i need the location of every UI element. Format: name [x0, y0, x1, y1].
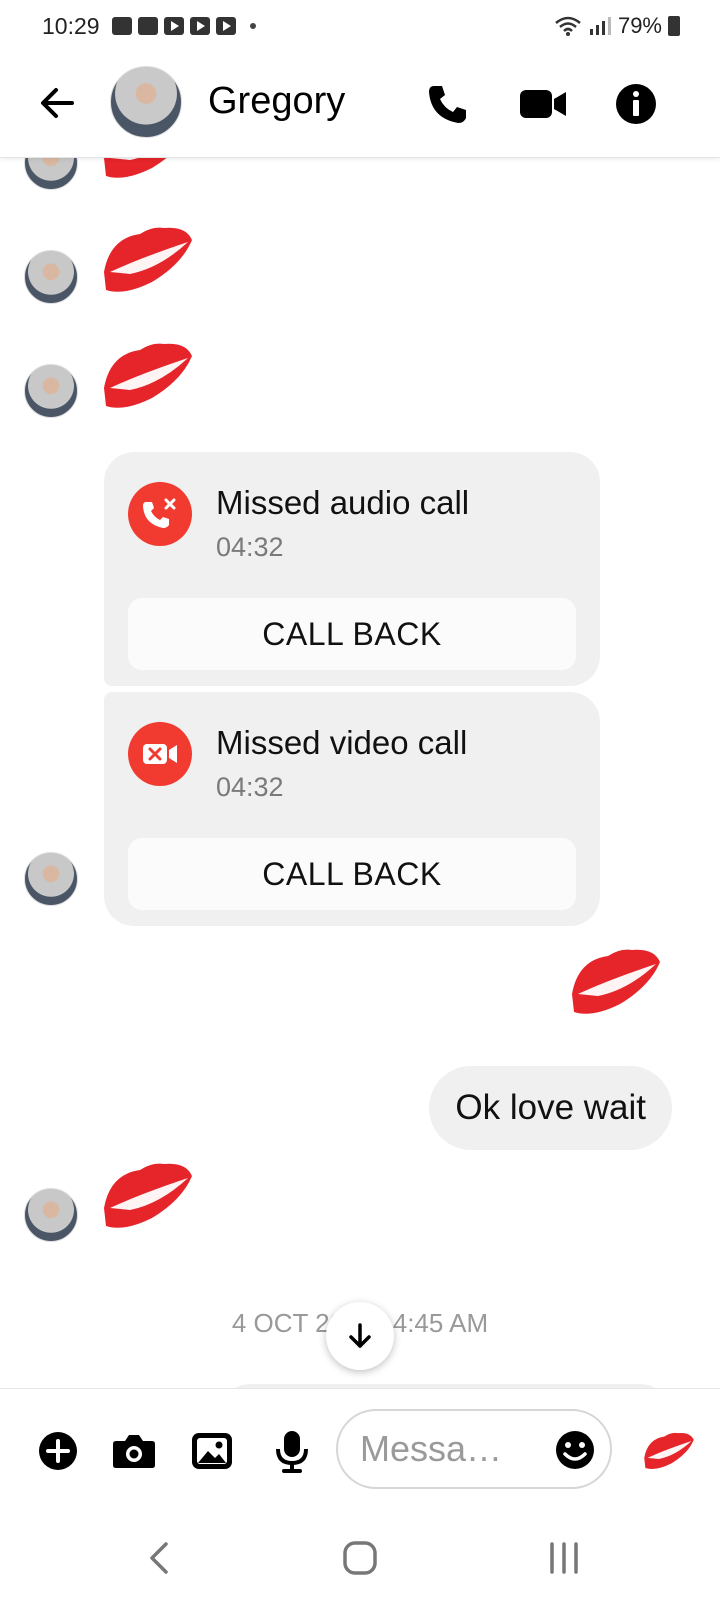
call-title: Missed audio call [216, 484, 470, 521]
missed-audio-call-card[interactable]: Missed audio call 04:32 CALL BACK [104, 452, 600, 686]
signal-icon [589, 17, 611, 35]
arrow-down-icon [349, 1323, 371, 1348]
sender-avatar [24, 852, 78, 906]
video-camera-icon[interactable] [518, 82, 568, 126]
kiss-mark-emoji[interactable] [100, 218, 196, 298]
call-back-button[interactable]: CALL BACK [128, 598, 576, 670]
back-icon[interactable] [36, 82, 78, 124]
call-title: Missed video call [216, 724, 468, 761]
kiss-mark-emoji[interactable] [100, 334, 196, 414]
sender-avatar [24, 250, 78, 304]
battery-percent: 79% [617, 13, 662, 38]
conversation-header: Gregory [0, 52, 720, 158]
sender-avatar [24, 1188, 78, 1242]
kiss-mark-emoji[interactable] [100, 1154, 196, 1234]
scroll-to-bottom-button[interactable] [326, 1302, 394, 1370]
status-bar: 10:29 79% [0, 0, 720, 52]
nav-recents-icon[interactable] [540, 1534, 588, 1582]
info-icon[interactable] [614, 82, 658, 126]
kiss-mark-emoji[interactable] [568, 940, 664, 1020]
status-time: 10:29 [42, 12, 100, 39]
kiss-reaction-send-button[interactable] [642, 1425, 696, 1475]
missed-video-call-card[interactable]: Missed video call 04:32 CALL BACK [104, 692, 600, 926]
message-input[interactable] [360, 1425, 550, 1473]
sender-avatar [24, 158, 78, 190]
youtube-icon [163, 17, 184, 35]
message-input-field[interactable] [336, 1409, 612, 1489]
youtube-icon [189, 17, 210, 35]
missed-video-call-icon [128, 722, 192, 786]
battery-icon [668, 16, 680, 36]
missed-call-icon [128, 482, 192, 546]
camera-icon[interactable] [110, 1427, 158, 1475]
wifi-icon [555, 16, 581, 36]
nav-back-icon[interactable] [136, 1534, 184, 1582]
outgoing-message-bubble[interactable]: Ok love wait [429, 1066, 672, 1150]
more-notifications-dot [249, 23, 256, 29]
message-list[interactable]: Missed audio call 04:32 CALL BACK Missed… [0, 158, 720, 1388]
phone-icon[interactable] [426, 82, 470, 126]
call-back-button[interactable]: CALL BACK [128, 838, 576, 910]
add-icon[interactable] [34, 1427, 82, 1475]
contact-name[interactable]: Gregory [208, 80, 345, 123]
gallery-icon[interactable] [188, 1427, 236, 1475]
folder-icon [137, 17, 158, 35]
message-composer [0, 1388, 720, 1514]
nav-home-icon[interactable] [336, 1534, 384, 1582]
contact-avatar[interactable] [110, 66, 182, 138]
call-time: 04:32 [216, 772, 284, 802]
microphone-icon[interactable] [268, 1427, 316, 1475]
sender-avatar [24, 364, 78, 418]
call-time: 04:32 [216, 532, 284, 562]
emoji-icon[interactable] [554, 1429, 596, 1471]
youtube-icon [215, 17, 236, 35]
kiss-mark-emoji[interactable] [100, 158, 196, 184]
system-navigation-bar [0, 1514, 720, 1600]
shopping-bag-icon [111, 17, 132, 35]
